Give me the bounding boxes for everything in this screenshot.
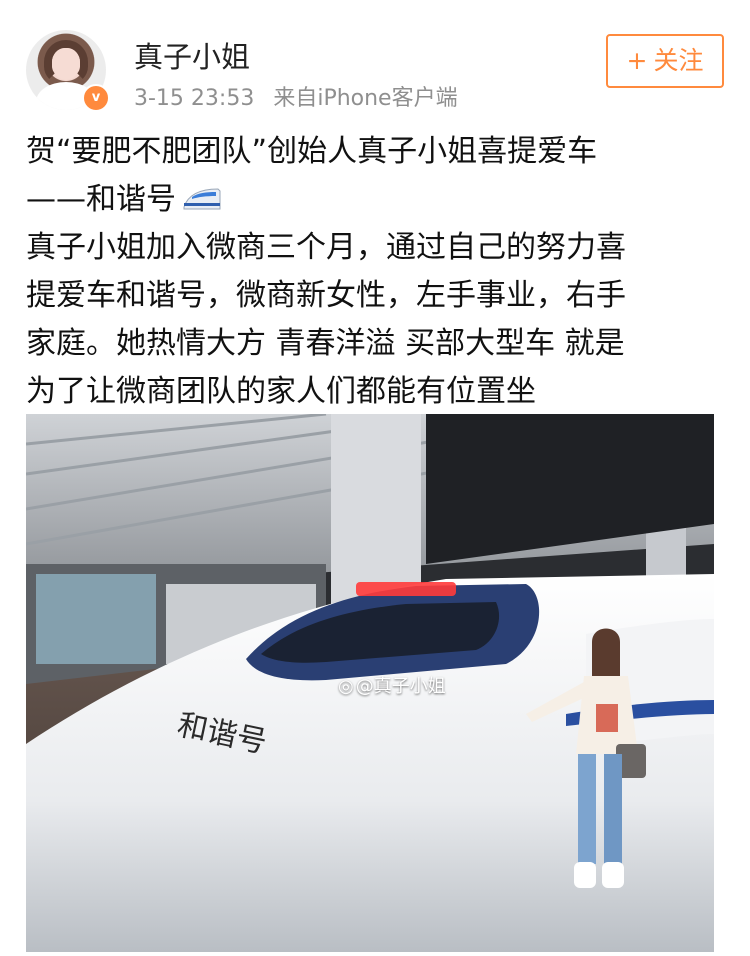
follow-button[interactable]: + 关注 — [606, 34, 724, 88]
post-time: 3-15 23:53 — [134, 86, 255, 111]
train-emoji-icon — [183, 188, 221, 210]
post-line-2-text: ——和谐号 — [26, 182, 176, 217]
follow-label: 关注 — [653, 46, 704, 75]
post-line-1: 贺“要肥不肥团队”创始人真子小姐喜提爱车 — [26, 134, 598, 169]
post-body-line: 真子小姐加入微商三个月，通过自己的努力喜 — [26, 230, 626, 265]
post-photo[interactable]: 和谐号 ◎ @真子小姐 — [26, 414, 714, 952]
post-meta: 3-15 23:53 来自iPhone客户端 — [134, 80, 458, 112]
weibo-icon: ◎ — [338, 676, 354, 697]
plus-icon: + — [626, 46, 648, 75]
verified-badge-icon: v — [82, 84, 110, 112]
post-body-line: 提爱车和谐号，微商新女性，左手事业，右手 — [26, 278, 626, 313]
post-body-line: 为了让微商团队的家人们都能有位置坐 — [26, 374, 536, 409]
watermark-text: @真子小姐 — [355, 676, 446, 697]
post-content: 贺“要肥不肥团队”创始人真子小姐喜提爱车 ——和谐号 真子小姐加入微商三个月，通… — [26, 128, 726, 416]
photo-watermark: ◎ @真子小姐 — [338, 672, 446, 698]
username[interactable]: 真子小姐 — [134, 34, 250, 76]
post-line-2: ——和谐号 — [26, 176, 726, 224]
post-source[interactable]: 来自iPhone客户端 — [273, 86, 457, 111]
avatar[interactable]: v — [26, 30, 110, 112]
post-body-line: 家庭。她热情大方 青春洋溢 买部大型车 就是 — [26, 326, 625, 361]
avatar-face — [52, 48, 80, 80]
post-header: v 真子小姐 3-15 23:53 来自iPhone客户端 + 关注 — [0, 0, 750, 120]
